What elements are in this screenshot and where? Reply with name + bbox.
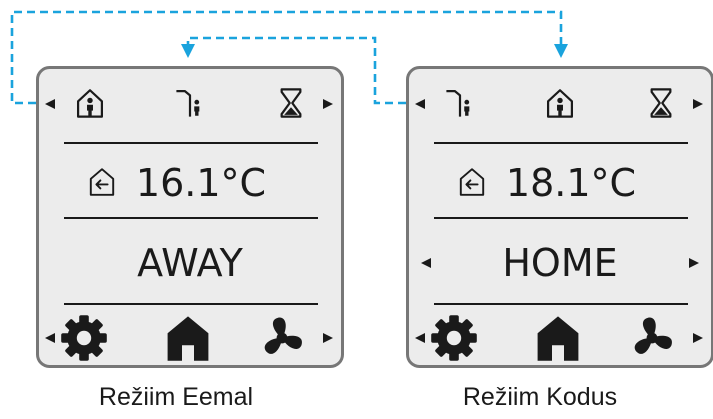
mode-label: HOME xyxy=(502,241,617,285)
flow-arrowhead-to-home xyxy=(554,44,568,58)
caption-home-mode: Režiim Kodus xyxy=(462,383,618,411)
temperature-readout: 18.1°C xyxy=(506,161,636,205)
flow-arrowhead-to-away xyxy=(181,44,195,58)
panel-home-mode: 18.1°C HOME xyxy=(406,66,713,368)
mode-switch-diagram: 16.1°C AWAY 18.1°C HOME xyxy=(10,10,713,368)
gear-icon[interactable] xyxy=(431,315,477,361)
mode-label: AWAY xyxy=(137,241,243,285)
caption-away-mode: Režiim Eemal xyxy=(98,383,254,411)
gear-icon[interactable] xyxy=(61,315,107,361)
temperature-readout: 16.1°C xyxy=(136,161,266,205)
panel-away-mode: 16.1°C AWAY xyxy=(36,66,344,368)
